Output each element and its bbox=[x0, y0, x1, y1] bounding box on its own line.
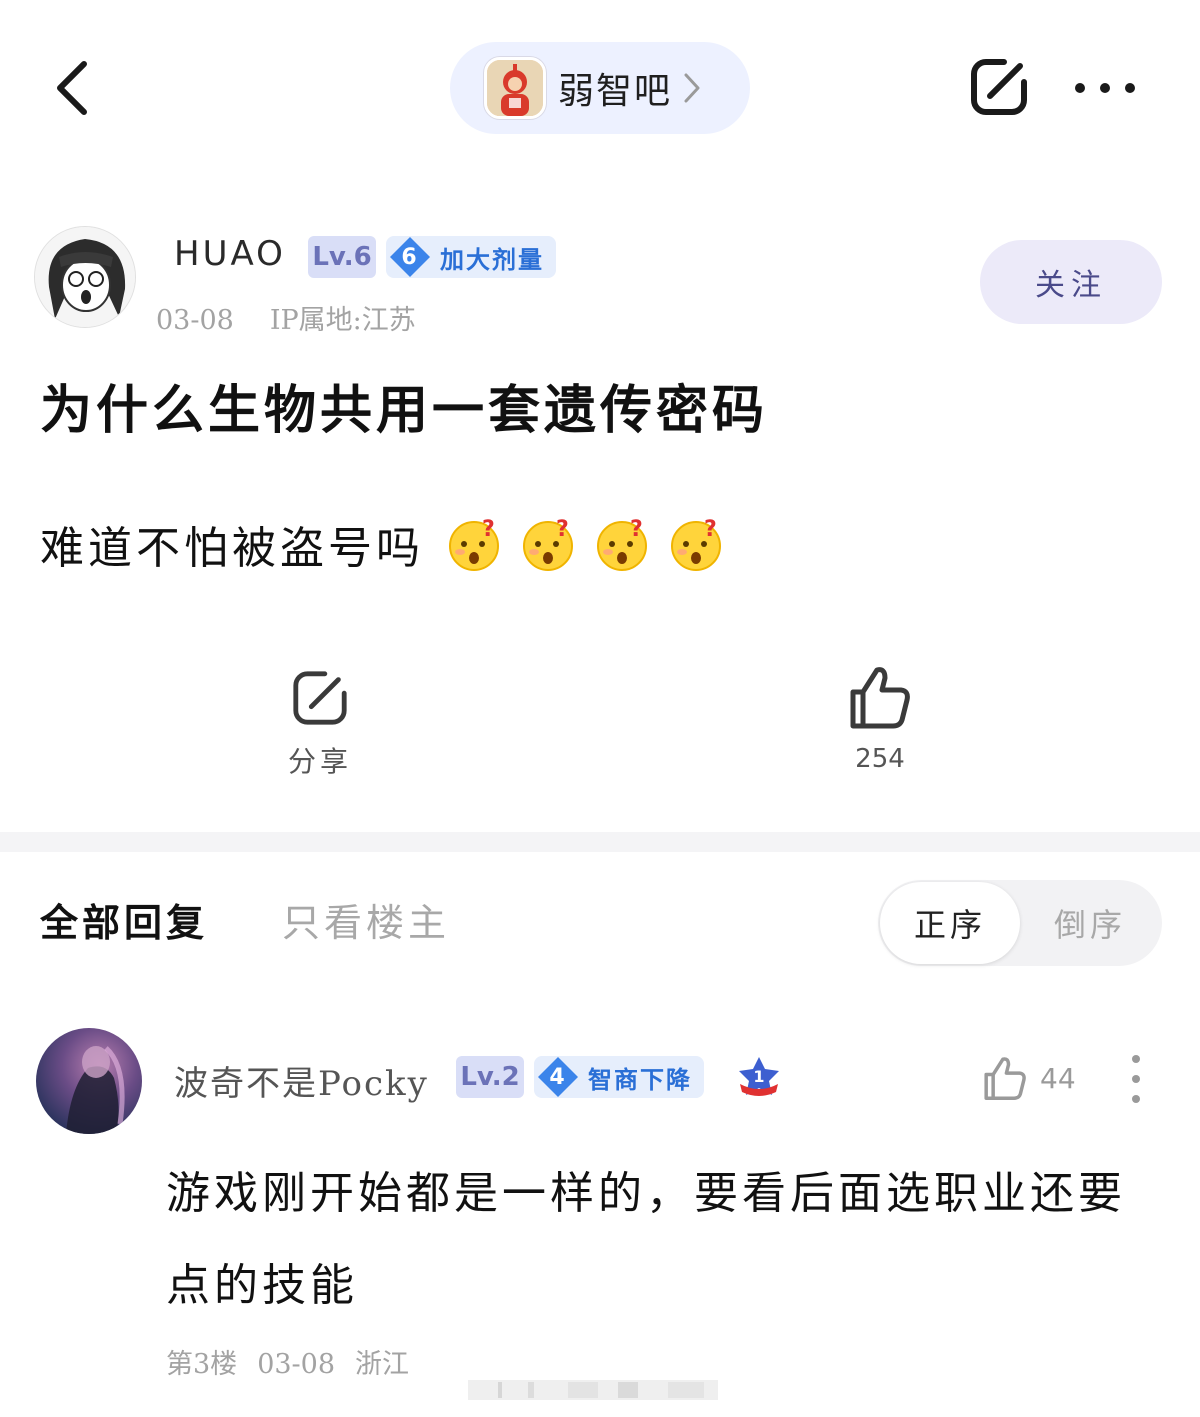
reply-author-name[interactable]: 波奇不是Pocky bbox=[174, 1056, 429, 1105]
post-body: 难道不怕被盗号吗 ? ? ? ? bbox=[40, 512, 724, 576]
follow-button[interactable]: 关注 bbox=[980, 240, 1162, 324]
share-action[interactable]: 分享 bbox=[270, 668, 370, 780]
reply-text: 游戏刚开始都是一样的，要看后面选职业还要点的技能 bbox=[166, 1168, 1126, 1311]
thumbs-up-icon bbox=[850, 667, 910, 729]
chevron-right-icon bbox=[684, 73, 700, 103]
ip-location: IP属地:江苏 bbox=[269, 305, 416, 336]
reply-like-button[interactable]: 44 bbox=[982, 1054, 1076, 1102]
reply-like-count: 44 bbox=[1040, 1061, 1076, 1095]
reply-level-badge: Lv.2 bbox=[456, 1056, 524, 1098]
reply-date: 03-08 bbox=[257, 1349, 336, 1380]
post-body-text: 难道不怕被盗号吗 bbox=[40, 523, 424, 574]
forum-avatar bbox=[484, 57, 546, 119]
svg-text:1: 1 bbox=[753, 1067, 764, 1086]
more-dots-icon[interactable] bbox=[1074, 78, 1136, 98]
share-label: 分享 bbox=[287, 745, 352, 778]
svg-text:?: ? bbox=[482, 517, 499, 542]
author-name[interactable]: HUAO bbox=[174, 234, 286, 274]
more-vertical-icon[interactable] bbox=[1128, 1054, 1144, 1104]
tab-all-replies[interactable]: 全部回复 bbox=[40, 892, 208, 947]
share-icon[interactable] bbox=[968, 56, 1030, 118]
tab-op-only[interactable]: 只看楼主 bbox=[282, 892, 450, 947]
section-divider bbox=[0, 832, 1200, 852]
title-level-icon: 4 bbox=[536, 1055, 580, 1099]
confused-face-icon: ? bbox=[671, 517, 721, 571]
title-badge: 6 加大剂量 bbox=[386, 236, 556, 278]
author-avatar[interactable] bbox=[34, 226, 136, 328]
reply-avatar[interactable] bbox=[36, 1028, 142, 1134]
reply-title-badge: 4 智商下降 bbox=[534, 1056, 704, 1098]
svg-text:?: ? bbox=[704, 517, 721, 542]
reply-meta: 第3楼 03-08 浙江 bbox=[166, 1342, 409, 1381]
thumbs-up-icon bbox=[984, 1057, 1026, 1100]
confused-face-icon: ? bbox=[597, 517, 647, 571]
title-level-icon: 6 bbox=[388, 235, 432, 279]
confused-face-icon: ? bbox=[523, 517, 573, 571]
post-title: 为什么生物共用一套遗传密码 bbox=[40, 380, 769, 441]
like-count: 254 bbox=[855, 744, 905, 774]
sort-descending-button[interactable]: 倒序 bbox=[1020, 880, 1160, 966]
like-action[interactable]: 254 bbox=[830, 664, 930, 774]
svg-text:?: ? bbox=[630, 517, 647, 542]
author-meta: 03-08 IP属地:江苏 bbox=[156, 298, 416, 337]
watermark-graphic bbox=[468, 1380, 718, 1400]
medal-icon: 1 bbox=[739, 1057, 779, 1096]
svg-text:?: ? bbox=[556, 517, 573, 542]
sort-ascending-button[interactable]: 正序 bbox=[880, 882, 1020, 964]
sort-toggle: 正序 倒序 bbox=[878, 880, 1162, 966]
post-date: 03-08 bbox=[156, 305, 234, 336]
reply-title-badge-label: 智商下降 bbox=[588, 1064, 692, 1094]
forum-entry-button[interactable]: 弱智吧 bbox=[450, 42, 750, 134]
share-icon bbox=[293, 671, 347, 725]
reply-floor: 第3楼 bbox=[166, 1349, 238, 1380]
forum-name: 弱智吧 bbox=[558, 71, 673, 112]
reply-location: 浙江 bbox=[355, 1349, 410, 1380]
confused-face-icon: ? bbox=[449, 517, 499, 571]
title-badge-label: 加大剂量 bbox=[440, 244, 544, 274]
level-badge: Lv.6 bbox=[308, 236, 376, 278]
chevron-left-icon[interactable] bbox=[52, 58, 92, 118]
